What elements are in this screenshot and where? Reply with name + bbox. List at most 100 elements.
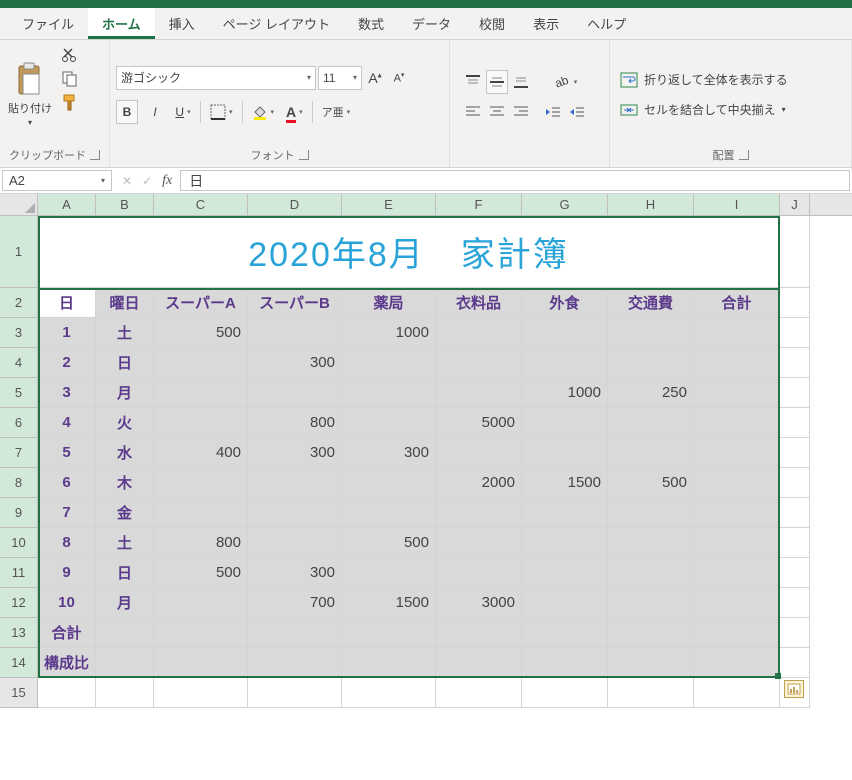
- cell-D13[interactable]: [248, 618, 342, 648]
- cell-J8[interactable]: [780, 468, 810, 498]
- cell-E15[interactable]: [342, 678, 436, 708]
- cell-G15[interactable]: [522, 678, 608, 708]
- cell-E9[interactable]: [342, 498, 436, 528]
- cell-D12[interactable]: 700: [248, 588, 342, 618]
- header-衣料品[interactable]: 衣料品: [436, 288, 522, 318]
- cell-C9[interactable]: [154, 498, 248, 528]
- cell-C6[interactable]: [154, 408, 248, 438]
- header-外食[interactable]: 外食: [522, 288, 608, 318]
- dialog-launcher-icon[interactable]: [739, 150, 749, 160]
- cell-A5[interactable]: 3: [38, 378, 96, 408]
- underline-button[interactable]: U▾: [172, 100, 194, 124]
- row-header-5[interactable]: 5: [0, 378, 38, 408]
- bold-button[interactable]: B: [116, 100, 138, 124]
- cell-J14[interactable]: [780, 648, 810, 678]
- tab-ファイル[interactable]: ファイル: [8, 8, 88, 39]
- cell-F9[interactable]: [436, 498, 522, 528]
- col-header-G[interactable]: G: [522, 194, 608, 215]
- cell-C4[interactable]: [154, 348, 248, 378]
- cell-A6[interactable]: 4: [38, 408, 96, 438]
- cell-E14[interactable]: [342, 648, 436, 678]
- cell-B14[interactable]: [96, 648, 154, 678]
- header-日[interactable]: 日: [38, 288, 96, 318]
- row-header-9[interactable]: 9: [0, 498, 38, 528]
- cell-D5[interactable]: [248, 378, 342, 408]
- cell-E7[interactable]: 300: [342, 438, 436, 468]
- cell-G4[interactable]: [522, 348, 608, 378]
- cut-button[interactable]: [60, 46, 80, 64]
- cell-D9[interactable]: [248, 498, 342, 528]
- col-header-I[interactable]: I: [694, 194, 780, 215]
- header-薬局[interactable]: 薬局: [342, 288, 436, 318]
- cell-C3[interactable]: 500: [154, 318, 248, 348]
- cell-C15[interactable]: [154, 678, 248, 708]
- decrease-indent-button[interactable]: [542, 100, 564, 124]
- cell-B11[interactable]: 日: [96, 558, 154, 588]
- cell-E8[interactable]: [342, 468, 436, 498]
- row-header-1[interactable]: 1: [0, 216, 38, 288]
- header-スーパーB[interactable]: スーパーB: [248, 288, 342, 318]
- cell-I11[interactable]: [694, 558, 780, 588]
- cell-F4[interactable]: [436, 348, 522, 378]
- cell-I13[interactable]: [694, 618, 780, 648]
- tab-校閲[interactable]: 校閲: [465, 8, 519, 39]
- tab-データ[interactable]: データ: [398, 8, 465, 39]
- wrap-text-button[interactable]: 折り返して全体を表示する: [616, 67, 845, 93]
- cell-G10[interactable]: [522, 528, 608, 558]
- cell-A10[interactable]: 8: [38, 528, 96, 558]
- cell-C13[interactable]: [154, 618, 248, 648]
- cell-I10[interactable]: [694, 528, 780, 558]
- cell-B12[interactable]: 月: [96, 588, 154, 618]
- header-曜日[interactable]: 曜日: [96, 288, 154, 318]
- cell-H5[interactable]: 250: [608, 378, 694, 408]
- header-合計[interactable]: 合計: [694, 288, 780, 318]
- cell-J9[interactable]: [780, 498, 810, 528]
- cell-I8[interactable]: [694, 468, 780, 498]
- cell-A9[interactable]: 7: [38, 498, 96, 528]
- tab-ホーム[interactable]: ホーム: [88, 8, 155, 39]
- cell-A13[interactable]: 合計: [38, 618, 96, 648]
- row-header-6[interactable]: 6: [0, 408, 38, 438]
- cell-E10[interactable]: 500: [342, 528, 436, 558]
- merge-center-button[interactable]: セルを結合して中央揃え ▾: [616, 97, 845, 123]
- font-color-button[interactable]: A▾: [283, 100, 306, 124]
- cell-E3[interactable]: 1000: [342, 318, 436, 348]
- col-header-C[interactable]: C: [154, 194, 248, 215]
- cell-G11[interactable]: [522, 558, 608, 588]
- copy-button[interactable]: [60, 70, 80, 88]
- cell-D6[interactable]: 800: [248, 408, 342, 438]
- cell-I4[interactable]: [694, 348, 780, 378]
- cell-A12[interactable]: 10: [38, 588, 96, 618]
- row-header-11[interactable]: 11: [0, 558, 38, 588]
- header-交通費[interactable]: 交通費: [608, 288, 694, 318]
- cell-G13[interactable]: [522, 618, 608, 648]
- cell-F3[interactable]: [436, 318, 522, 348]
- align-middle-button[interactable]: [486, 70, 508, 94]
- cell-G8[interactable]: 1500: [522, 468, 608, 498]
- fx-icon[interactable]: fx: [162, 173, 172, 189]
- cell-J3[interactable]: [780, 318, 810, 348]
- spreadsheet-grid[interactable]: ABCDEFGHIJ 123456789101112131415 2020年8月…: [0, 194, 852, 708]
- cell-A4[interactable]: 2: [38, 348, 96, 378]
- cell-C12[interactable]: [154, 588, 248, 618]
- header-スーパーA[interactable]: スーパーA: [154, 288, 248, 318]
- cell-H9[interactable]: [608, 498, 694, 528]
- cell-A7[interactable]: 5: [38, 438, 96, 468]
- cell-H12[interactable]: [608, 588, 694, 618]
- cell-F5[interactable]: [436, 378, 522, 408]
- cell-F10[interactable]: [436, 528, 522, 558]
- cell-G7[interactable]: [522, 438, 608, 468]
- cell-F13[interactable]: [436, 618, 522, 648]
- cell-F15[interactable]: [436, 678, 522, 708]
- cell-C14[interactable]: [154, 648, 248, 678]
- cell-G12[interactable]: [522, 588, 608, 618]
- row-header-3[interactable]: 3: [0, 318, 38, 348]
- cell-C7[interactable]: 400: [154, 438, 248, 468]
- cell-H15[interactable]: [608, 678, 694, 708]
- cell-G14[interactable]: [522, 648, 608, 678]
- cell-E11[interactable]: [342, 558, 436, 588]
- cell-J5[interactable]: [780, 378, 810, 408]
- cell-B3[interactable]: 土: [96, 318, 154, 348]
- cell-H8[interactable]: 500: [608, 468, 694, 498]
- row-header-15[interactable]: 15: [0, 678, 38, 708]
